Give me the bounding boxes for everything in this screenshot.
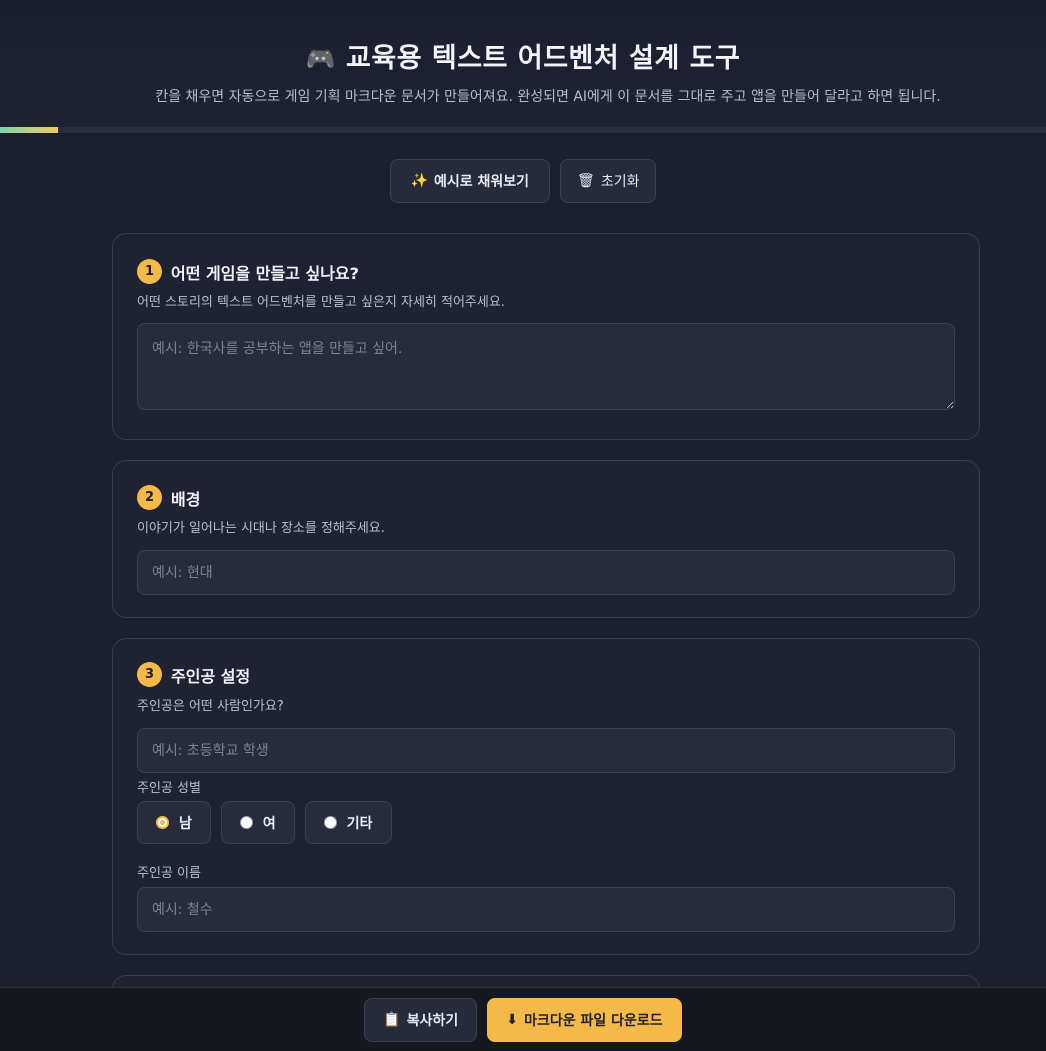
reset-button[interactable]: 🗑 초기화: [560, 159, 657, 203]
fill-example-label: 예시로 채워보기: [433, 174, 530, 190]
section-title-text-2: 배경: [171, 489, 201, 509]
setting-input[interactable]: [137, 550, 955, 595]
page-title-text: 교육용 텍스트 어드벤처 설계 도구: [346, 43, 741, 74]
copy-button[interactable]: 📋 복사하기: [364, 997, 478, 1042]
sparkles-icon: ✨: [410, 173, 428, 189]
gender-option-label: 기타: [346, 815, 373, 832]
page-subtitle: 칸을 채우면 자동으로 게임 기획 마크다운 문서가 만들어져요. 완성되면 A…: [155, 89, 941, 105]
progress-fill: [0, 127, 58, 133]
fill-example-button[interactable]: ✨ 예시로 채워보기: [389, 159, 551, 203]
section-number-3: 3: [137, 662, 162, 687]
section-title-text-3: 주인공 설정: [171, 666, 251, 686]
radio-unchecked-icon: [323, 816, 337, 829]
trash-icon: 🗑: [577, 173, 595, 189]
radio-checked-icon: [156, 816, 169, 829]
progress-bar: [0, 127, 1046, 133]
section-description-1: 어떤 스토리의 텍스트 어드벤처를 만들고 싶은지 자세히 적어주세요.: [137, 295, 505, 310]
section-title-2: 2 배경: [137, 485, 200, 510]
download-markdown-button[interactable]: ⬇ 마크다운 파일 다운로드: [487, 997, 682, 1042]
section-title-3: 3 주인공 설정: [137, 662, 250, 687]
gender-option-label: 남: [179, 815, 192, 832]
game-idea-textarea[interactable]: [137, 323, 955, 410]
section-card-3: 3 주인공 설정 주인공은 어떤 사람인가요? 주인공 성별 남 여 기타 주인…: [112, 638, 980, 955]
gamepad-icon: 🎮: [305, 45, 337, 73]
section-card-2: 2 배경 이야기가 일어나는 시대나 장소를 정해주세요.: [112, 460, 980, 618]
protagonist-input[interactable]: [137, 728, 955, 773]
top-actions: ✨ 예시로 채워보기 🗑 초기화: [0, 159, 1046, 203]
gender-label: 주인공 성별: [137, 781, 201, 796]
page-header: 🎮 교육용 텍스트 어드벤처 설계 도구 칸을 채우면 자동으로 게임 기획 마크…: [0, 0, 1046, 128]
gender-radio-group: 남 여 기타: [137, 801, 392, 844]
gender-option-label: 여: [262, 815, 276, 832]
section-number-2: 2: [137, 485, 162, 510]
page-title: 🎮 교육용 텍스트 어드벤처 설계 도구: [0, 36, 1046, 75]
gender-option-male[interactable]: 남: [137, 801, 211, 844]
section-title-text-1: 어떤 게임을 만들고 싶나요?: [171, 263, 359, 283]
clipboard-icon: 📋: [383, 1011, 401, 1028]
section-title-1: 1 어떤 게임을 만들고 싶나요?: [137, 259, 359, 284]
radio-unchecked-icon: [239, 816, 253, 829]
section-card-1: 1 어떤 게임을 만들고 싶나요? 어떤 스토리의 텍스트 어드벤처를 만들고 …: [112, 233, 980, 440]
gender-option-other[interactable]: 기타: [304, 801, 392, 844]
protagonist-name-input[interactable]: [137, 887, 955, 932]
download-label: 마크다운 파일 다운로드: [524, 1012, 663, 1029]
footer-bar: 📋 복사하기 ⬇ 마크다운 파일 다운로드: [0, 987, 1046, 1051]
section-description-2: 이야기가 일어나는 시대나 장소를 정해주세요.: [137, 521, 385, 536]
download-icon: ⬇: [506, 1011, 519, 1028]
copy-label: 복사하기: [406, 1012, 459, 1029]
name-label: 주인공 이름: [137, 866, 201, 881]
section-number-1: 1: [137, 259, 162, 284]
section-description-3: 주인공은 어떤 사람인가요?: [137, 699, 284, 714]
gender-option-female[interactable]: 여: [220, 801, 295, 844]
reset-label: 초기화: [600, 174, 640, 190]
